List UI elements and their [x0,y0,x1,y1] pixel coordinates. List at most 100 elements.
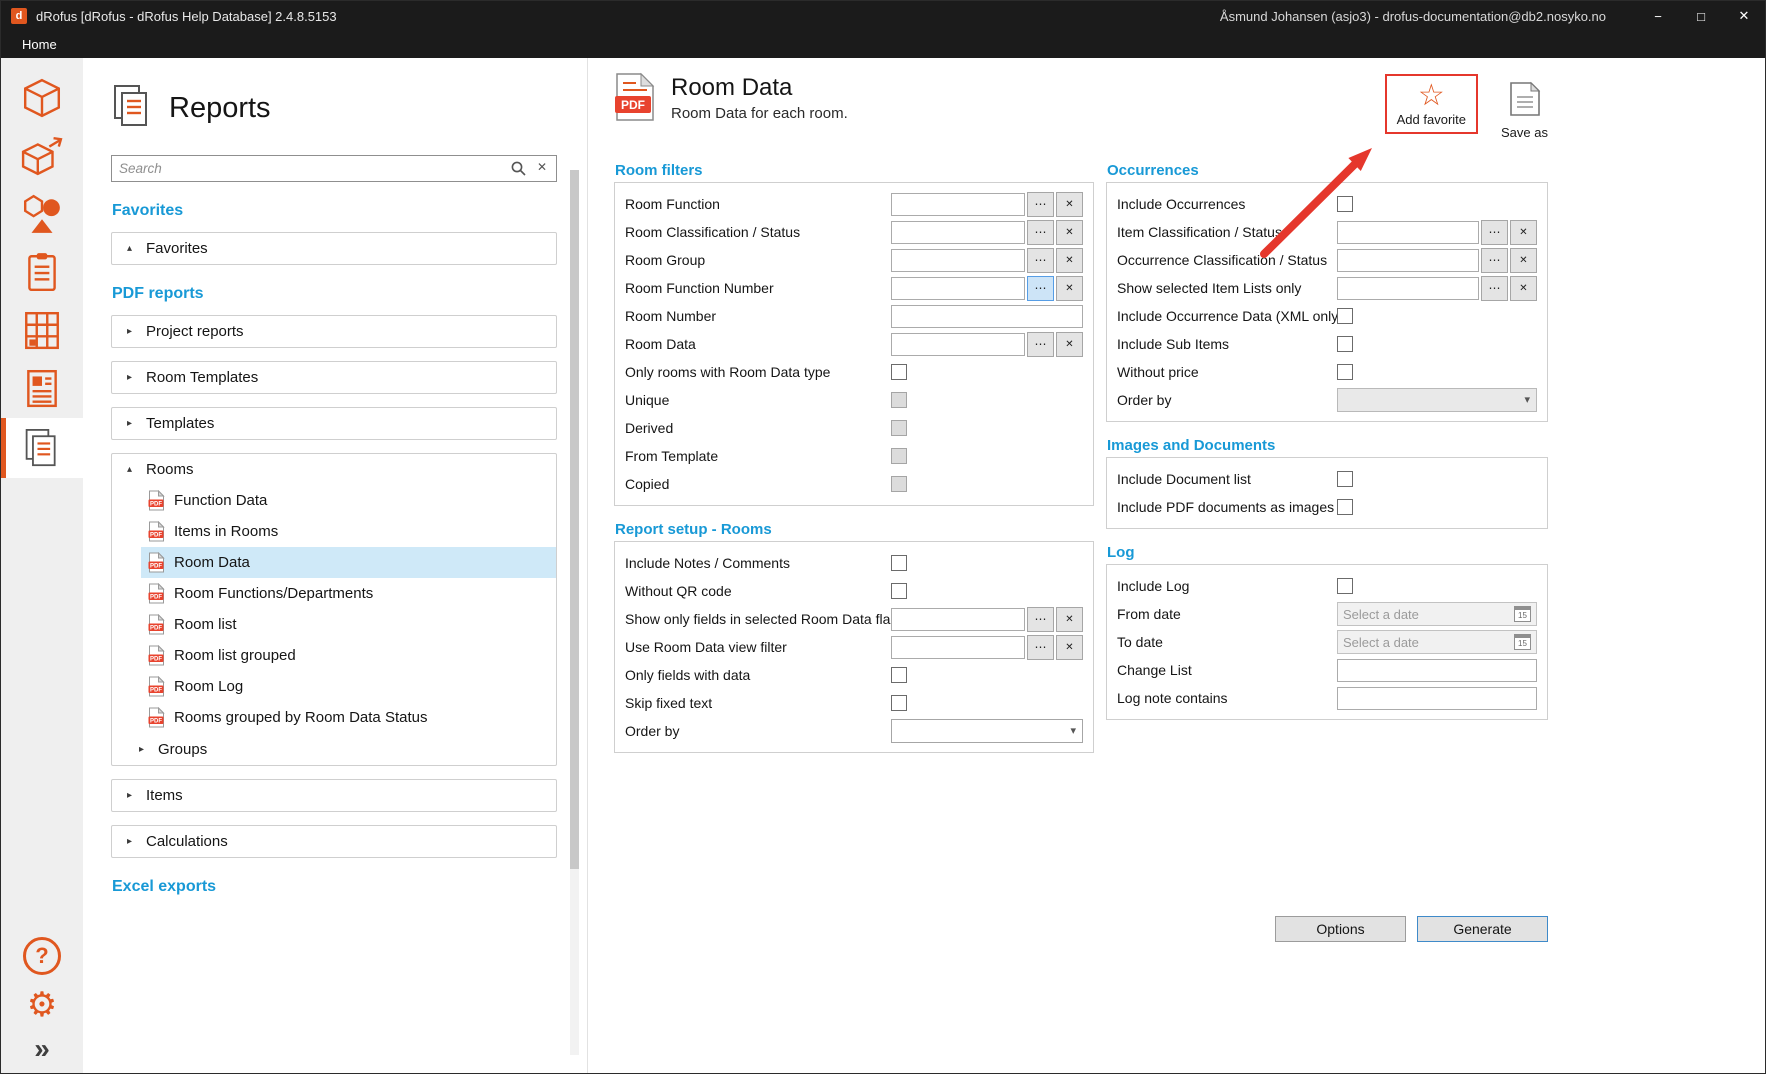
change-list-input[interactable] [1337,659,1537,682]
clear-button[interactable]: ✕ [1510,276,1537,301]
scrollbar-thumb[interactable] [570,170,579,869]
field-row: Order by▾ [625,717,1083,745]
expander-header-calculations[interactable]: ▸Calculations [112,826,556,857]
field-row: Only rooms with Room Data type [625,358,1083,386]
expander-header-room-templates[interactable]: ▸Room Templates [112,362,556,393]
sidebar-item-building[interactable] [1,302,83,358]
report-item-items-in-rooms[interactable]: PDFItems in Rooms [141,516,556,547]
order-by-select[interactable]: ▾ [891,719,1083,743]
occurrence-classification-status-input[interactable] [1337,249,1479,272]
clear-search-icon[interactable]: ✕ [537,160,547,174]
report-item-rooms-grouped-by-room-data-status[interactable]: PDFRooms grouped by Room Data Status [141,702,556,733]
report-item-room-log[interactable]: PDFRoom Log [141,671,556,702]
clear-button[interactable]: ✕ [1056,220,1083,245]
room-function-number-input[interactable] [891,277,1025,300]
scrollbar[interactable] [570,170,579,1055]
without-price-checkbox[interactable] [1337,364,1353,380]
lookup-button[interactable]: ⋯ [1027,332,1054,357]
minimize-button[interactable]: − [1641,1,1675,31]
only-rooms-with-room-data-type-checkbox[interactable] [891,364,907,380]
room-classification-status-input[interactable] [891,221,1025,244]
sidebar-item-shapes[interactable] [1,186,83,242]
expander-header-groups[interactable]: ▸Groups [112,733,556,765]
report-item-room-data[interactable]: PDFRoom Data [141,547,556,578]
item-classification-status-input[interactable] [1337,221,1479,244]
clear-button[interactable]: ✕ [1056,192,1083,217]
lookup-button[interactable]: ⋯ [1027,607,1054,632]
include-sub-items-checkbox[interactable] [1337,336,1353,352]
clear-button[interactable]: ✕ [1056,635,1083,660]
lookup-button[interactable]: ⋯ [1027,220,1054,245]
help-icon[interactable]: ? [23,937,61,975]
lookup-button[interactable]: ⋯ [1027,192,1054,217]
calendar-icon: 15 [1514,606,1531,622]
search-icon[interactable] [511,161,526,181]
group-images-and-documents: Images and DocumentsInclude Document lis… [1106,437,1548,529]
include-occurrences-checkbox[interactable] [1337,196,1353,212]
save-as-button[interactable]: Save as [1501,81,1548,140]
clear-button[interactable]: ✕ [1056,248,1083,273]
room-function-input[interactable] [891,193,1025,216]
lookup-button[interactable]: ⋯ [1481,276,1508,301]
field-label: Include PDF documents as images [1117,499,1337,515]
expander-project-reports: ▸Project reports [111,315,557,348]
group-box: Include Notes / CommentsWithout QR codeS… [614,541,1094,753]
menu-home[interactable]: Home [1,37,78,52]
drofus-logo-icon: d [11,8,27,24]
log-note-contains-input[interactable] [1337,687,1537,710]
group-title: Images and Documents [1107,437,1548,454]
close-button[interactable]: ✕ [1727,1,1761,31]
clear-button[interactable]: ✕ [1056,332,1083,357]
show-selected-item-lists-only-input[interactable] [1337,277,1479,300]
clear-button[interactable]: ✕ [1056,276,1083,301]
options-button[interactable]: Options [1275,916,1406,942]
search-input[interactable] [111,155,557,182]
maximize-button[interactable]: □ [1684,1,1718,31]
lookup-button[interactable]: ⋯ [1027,248,1054,273]
include-log-checkbox[interactable] [1337,578,1353,594]
room-group-input[interactable] [891,249,1025,272]
expander-header-rooms[interactable]: ▴Rooms [112,454,556,485]
field-label: Show only fields in selected Room Data f… [625,611,891,627]
room-data-input[interactable] [891,333,1025,356]
only-fields-with-data-checkbox[interactable] [891,667,907,683]
lookup-button[interactable]: ⋯ [1027,276,1054,301]
from-date-input: Select a date15 [1337,602,1537,626]
report-item-room-list-grouped[interactable]: PDFRoom list grouped [141,640,556,671]
include-notes-comments-checkbox[interactable] [891,555,907,571]
sidebar-item-rooms[interactable] [1,70,83,126]
sidebar-item-items[interactable] [1,360,83,416]
report-item-room-functions-departments[interactable]: PDFRoom Functions/Departments [141,578,556,609]
sidebar-item-move-rooms[interactable] [1,128,83,184]
sidebar-item-documents[interactable] [1,244,83,300]
expander-header-items[interactable]: ▸Items [112,780,556,811]
lookup-button[interactable]: ⋯ [1027,635,1054,660]
expander-header-favorites[interactable]: ▴Favorites [112,233,556,264]
add-favorite-button[interactable]: ☆ Add favorite [1397,81,1466,127]
report-item-label: Room Data [174,554,250,571]
expand-sidebar-icon[interactable]: » [34,1035,50,1063]
clear-button[interactable]: ✕ [1510,220,1537,245]
skip-fixed-text-checkbox[interactable] [891,695,907,711]
report-item-function-data[interactable]: PDFFunction Data [141,485,556,516]
room-number-input[interactable] [891,305,1083,328]
without-qr-code-checkbox[interactable] [891,583,907,599]
clear-button[interactable]: ✕ [1056,607,1083,632]
generate-button[interactable]: Generate [1417,916,1548,942]
show-only-fields-in-selected-room-data-flags-input[interactable] [891,608,1025,631]
sidebar-item-reports[interactable] [1,418,83,478]
include-document-list-checkbox[interactable] [1337,471,1353,487]
expander-header-templates[interactable]: ▸Templates [112,408,556,439]
clear-button[interactable]: ✕ [1510,248,1537,273]
settings-gear-icon[interactable]: ⚙ [27,988,57,1022]
include-pdf-documents-as-images-checkbox[interactable] [1337,499,1353,515]
expander-header-project-reports[interactable]: ▸Project reports [112,316,556,347]
lookup-button[interactable]: ⋯ [1481,220,1508,245]
use-room-data-view-filter-input[interactable] [891,636,1025,659]
include-occurrence-data-xml-only-checkbox[interactable] [1337,308,1353,324]
field-row: Room Function⋯✕ [625,190,1083,218]
field-label: Without QR code [625,583,891,599]
group-occurrences: OccurrencesInclude OccurrencesItem Class… [1106,162,1548,422]
report-item-room-list[interactable]: PDFRoom list [141,609,556,640]
lookup-button[interactable]: ⋯ [1481,248,1508,273]
